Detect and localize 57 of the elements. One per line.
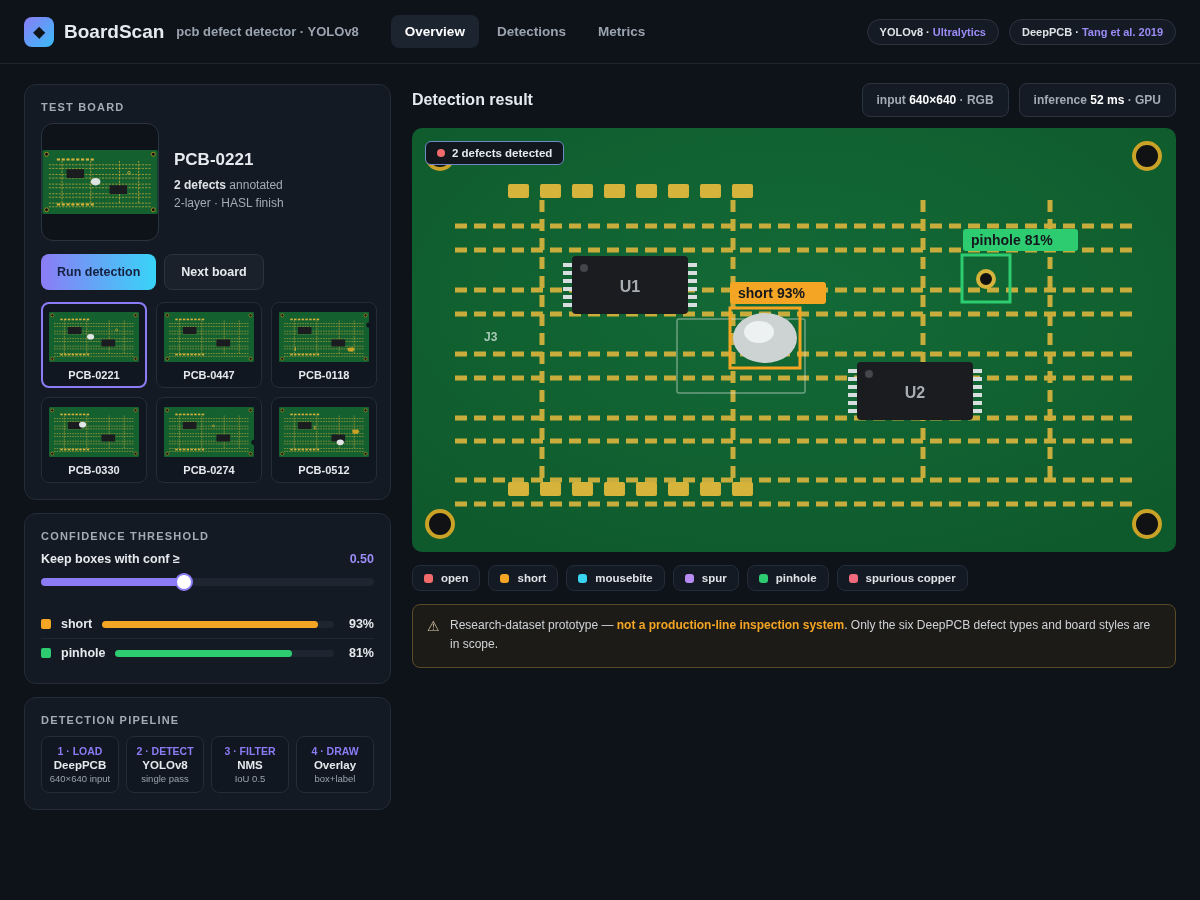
legend-label: short [517, 572, 547, 584]
legend-label: open [441, 572, 469, 584]
pipeline-step: 4 · DRAW Overlay box+label [296, 736, 374, 793]
status-dot [437, 149, 445, 157]
board-thumbnail[interactable]: PCB-0330 [41, 397, 147, 483]
board-thumbnail[interactable]: PCB-0221 [41, 302, 147, 388]
detection-label: short 93% [730, 282, 826, 304]
mounting-hole [1132, 509, 1162, 539]
nav-tab[interactable]: Detections [482, 15, 580, 48]
confidence-value: 93% [347, 617, 374, 631]
mounting-hole [425, 509, 455, 539]
run-button[interactable]: Run detection [41, 254, 157, 290]
legend-label: spur [701, 572, 727, 584]
solder-blob-drawing [733, 313, 797, 363]
mounting-hole [1132, 141, 1162, 171]
source-tag[interactable]: DeepPCB · Tang et al. 2019 [1009, 18, 1176, 45]
legend-label: pinhole [775, 572, 817, 584]
warning-icon: ⚠ [427, 616, 440, 654]
app-subtitle: pcb defect detector · YOLOv8 [176, 24, 359, 39]
detection-label: pinhole 81% [963, 229, 1078, 251]
result-title: Detection result [412, 91, 533, 109]
pipeline-step: 1 · LOAD DeepPCB 640×640 input [41, 736, 119, 793]
legend-label: mousebite [595, 572, 653, 584]
app-title: BoardScan [64, 20, 165, 43]
app-logo: ◆ [24, 16, 54, 47]
board-thumbnail[interactable]: PCB-0274 [156, 397, 262, 483]
pinhole-drawing [976, 269, 996, 289]
class-name: short [61, 617, 93, 631]
board-thumbnail[interactable]: PCB-0512 [271, 397, 377, 483]
class-name: pinhole [61, 646, 106, 660]
nav-tab[interactable]: Overview [390, 15, 479, 48]
chip-label: U1 [619, 278, 641, 295]
badge-text: 2 defects detected [452, 147, 553, 159]
threshold-slider[interactable] [41, 573, 374, 591]
threshold-value: 0.50 [349, 552, 374, 566]
connector-label: J3 [484, 330, 498, 344]
stat-chip: inference 52 ms · GPU [1018, 83, 1176, 117]
confidence-value: 81% [347, 646, 374, 660]
nav-tab[interactable]: Metrics [583, 15, 660, 48]
pipeline-step: 3 · FILTER NMS IoU 0.5 [211, 736, 289, 793]
next-button[interactable]: Next board [164, 254, 264, 290]
threshold-label: Keep boxes with conf ≥ [41, 552, 180, 566]
board-spec: 2-layer · HASL finish [174, 196, 284, 210]
legend-label: spurious copper [865, 572, 956, 584]
pipeline-step: 2 · DETECT YOLOv8 single pass [126, 736, 204, 793]
board-thumbnail[interactable]: PCB-0118 [271, 302, 377, 388]
slider-handle[interactable] [175, 573, 194, 591]
stat-chip: input 640×640 · RGB [861, 83, 1009, 117]
section-heading: TEST BOARD [41, 101, 126, 113]
notice-text: Research-dataset prototype — not a production-line inspection system. Only the six DeepPCB defect types and board styles are in scope. [450, 617, 1152, 653]
section-heading: DETECTION PIPELINE [41, 714, 181, 726]
board-thumbnail[interactable]: PCB-0447 [156, 302, 262, 388]
section-heading: CONFIDENCE THRESHOLD [41, 530, 211, 542]
defect-count: 2 defects annotated [174, 178, 284, 192]
board-name: PCB-0221 [174, 150, 255, 170]
source-tag[interactable]: YOLOv8 · Ultralytics [866, 18, 999, 45]
chip-label: U2 [904, 384, 926, 401]
